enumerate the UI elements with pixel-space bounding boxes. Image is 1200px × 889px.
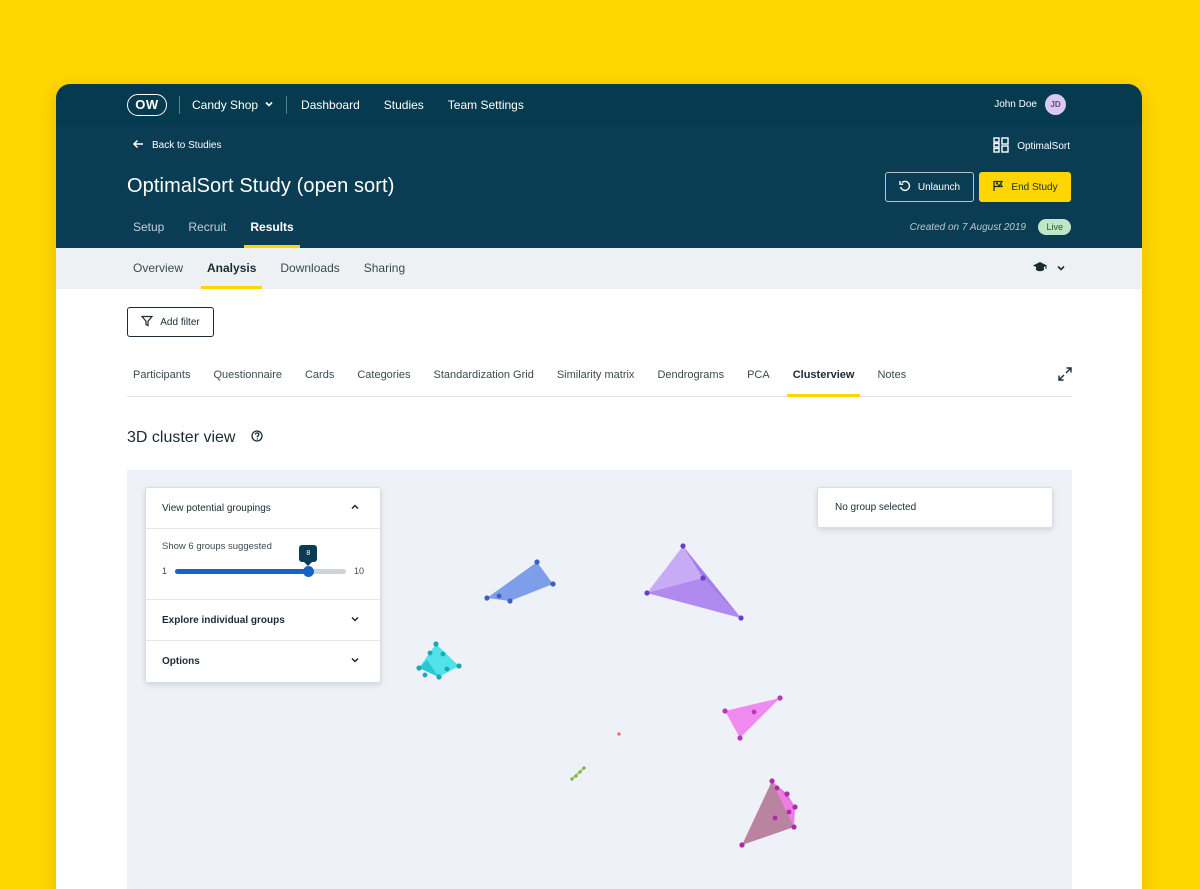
- nav-dashboard[interactable]: Dashboard: [301, 98, 360, 112]
- tab-setup[interactable]: Setup: [127, 220, 170, 248]
- back-label: Back to Studies: [152, 140, 222, 151]
- groupings-label: View potential groupings: [162, 502, 271, 514]
- undo-icon: [899, 180, 911, 195]
- chevron-down-icon: [264, 98, 274, 112]
- cluster-view-heading: 3D cluster view: [127, 429, 264, 447]
- help-icon[interactable]: [251, 429, 264, 447]
- slider-thumb[interactable]: [302, 565, 314, 577]
- top-navigation: OW Candy Shop Dashboard Studies Team Set…: [56, 84, 1142, 125]
- optimalsort-icon: [993, 137, 1009, 156]
- expand-icon[interactable]: [1058, 367, 1072, 386]
- created-date: Created on 7 August 2019: [909, 222, 1026, 233]
- status-badge: Live: [1038, 219, 1071, 235]
- tab-standardization-grid[interactable]: Standardization Grid: [428, 369, 540, 396]
- group-selection-box: No group selected: [817, 487, 1053, 528]
- flag-icon: [992, 180, 1004, 195]
- tab-analysis[interactable]: Analysis: [201, 261, 263, 289]
- product-badge: OptimalSort: [993, 137, 1070, 156]
- divider: [179, 95, 180, 114]
- learn-menu[interactable]: [1032, 261, 1066, 276]
- back-to-studies-link[interactable]: Back to Studies: [132, 139, 221, 152]
- group-count-slider[interactable]: 1 8 10: [162, 544, 364, 577]
- slider-track[interactable]: 8: [175, 544, 346, 577]
- add-filter-label: Add filter: [160, 316, 200, 328]
- groupings-body: Show 6 groups suggested 1 8 10: [146, 529, 380, 600]
- tab-downloads[interactable]: Downloads: [274, 261, 345, 289]
- tab-results[interactable]: Results: [244, 220, 301, 248]
- chevron-up-icon: [350, 502, 360, 515]
- arrow-left-icon: [132, 139, 144, 152]
- tab-recruit[interactable]: Recruit: [182, 220, 232, 248]
- end-study-button[interactable]: End Study: [979, 172, 1071, 202]
- cluster-magenta[interactable]: [739, 778, 798, 848]
- org-switcher[interactable]: Candy Shop: [192, 98, 274, 112]
- suggested-label: Show 6 groups suggested: [162, 541, 272, 552]
- app-window: OW Candy Shop Dashboard Studies Team Set…: [56, 84, 1142, 889]
- slider-value-tooltip: 8: [299, 544, 318, 566]
- end-study-label: End Study: [1011, 181, 1058, 193]
- tab-participants[interactable]: Participants: [127, 369, 196, 396]
- study-header: Back to Studies OptimalSort OptimalSort …: [56, 125, 1142, 248]
- cluster-lavender[interactable]: [644, 543, 744, 621]
- explore-groups-header[interactable]: Explore individual groups: [146, 600, 380, 641]
- cluster-red[interactable]: [617, 732, 621, 736]
- chevron-down-icon: [350, 614, 360, 627]
- tab-clusterview[interactable]: Clusterview: [786, 369, 861, 397]
- divider: [286, 95, 288, 114]
- graduation-cap-icon: [1032, 261, 1048, 276]
- tab-pca[interactable]: PCA: [741, 369, 776, 396]
- tab-questionnaire[interactable]: Questionnaire: [207, 369, 288, 396]
- options-label: Options: [162, 656, 200, 667]
- slider-min: 1: [162, 566, 168, 576]
- tab-notes[interactable]: Notes: [871, 369, 912, 396]
- add-filter-button[interactable]: Add filter: [127, 307, 214, 337]
- nav-team-settings[interactable]: Team Settings: [448, 98, 524, 112]
- cluster-green[interactable]: [570, 766, 586, 781]
- product-label: OptimalSort: [1017, 141, 1070, 152]
- chevron-down-icon: [1056, 262, 1066, 276]
- slider-fill: [175, 568, 309, 574]
- tab-categories[interactable]: Categories: [351, 369, 416, 396]
- cluster-canvas[interactable]: View potential groupings Show 6 groups s…: [127, 470, 1072, 889]
- analysis-tabs: Participants Questionnaire Cards Categor…: [127, 357, 1072, 397]
- view-groupings-header[interactable]: View potential groupings: [146, 488, 380, 529]
- slider-max: 10: [353, 566, 364, 576]
- avatar[interactable]: JD: [1045, 94, 1066, 115]
- unlaunch-button[interactable]: Unlaunch: [885, 172, 974, 202]
- unlaunch-label: Unlaunch: [917, 181, 961, 193]
- ow-logo[interactable]: OW: [127, 93, 167, 116]
- options-header[interactable]: Options: [146, 641, 380, 682]
- cluster-blue[interactable]: [484, 559, 556, 604]
- user-name[interactable]: John Doe: [994, 99, 1037, 110]
- nav-studies[interactable]: Studies: [384, 98, 424, 112]
- tab-overview[interactable]: Overview: [127, 261, 189, 289]
- explore-label: Explore individual groups: [162, 614, 285, 626]
- filter-icon: [140, 315, 154, 330]
- section-title: 3D cluster view: [127, 429, 236, 446]
- tab-cards[interactable]: Cards: [299, 369, 340, 396]
- page-title: OptimalSort Study (open sort): [127, 175, 395, 197]
- results-subnav: Overview Analysis Downloads Sharing: [56, 248, 1142, 289]
- org-name: Candy Shop: [192, 97, 259, 112]
- tab-sharing[interactable]: Sharing: [358, 261, 411, 289]
- tab-dendrograms[interactable]: Dendrograms: [651, 369, 730, 396]
- chevron-down-icon: [350, 655, 360, 668]
- study-tabs: Setup Recruit Results: [127, 220, 312, 248]
- cluster-cyan[interactable]: [416, 641, 462, 680]
- cluster-pink[interactable]: [722, 695, 783, 741]
- tab-similarity-matrix[interactable]: Similarity matrix: [551, 369, 641, 396]
- groupings-panel: View potential groupings Show 6 groups s…: [145, 487, 381, 683]
- selection-label: No group selected: [835, 502, 917, 513]
